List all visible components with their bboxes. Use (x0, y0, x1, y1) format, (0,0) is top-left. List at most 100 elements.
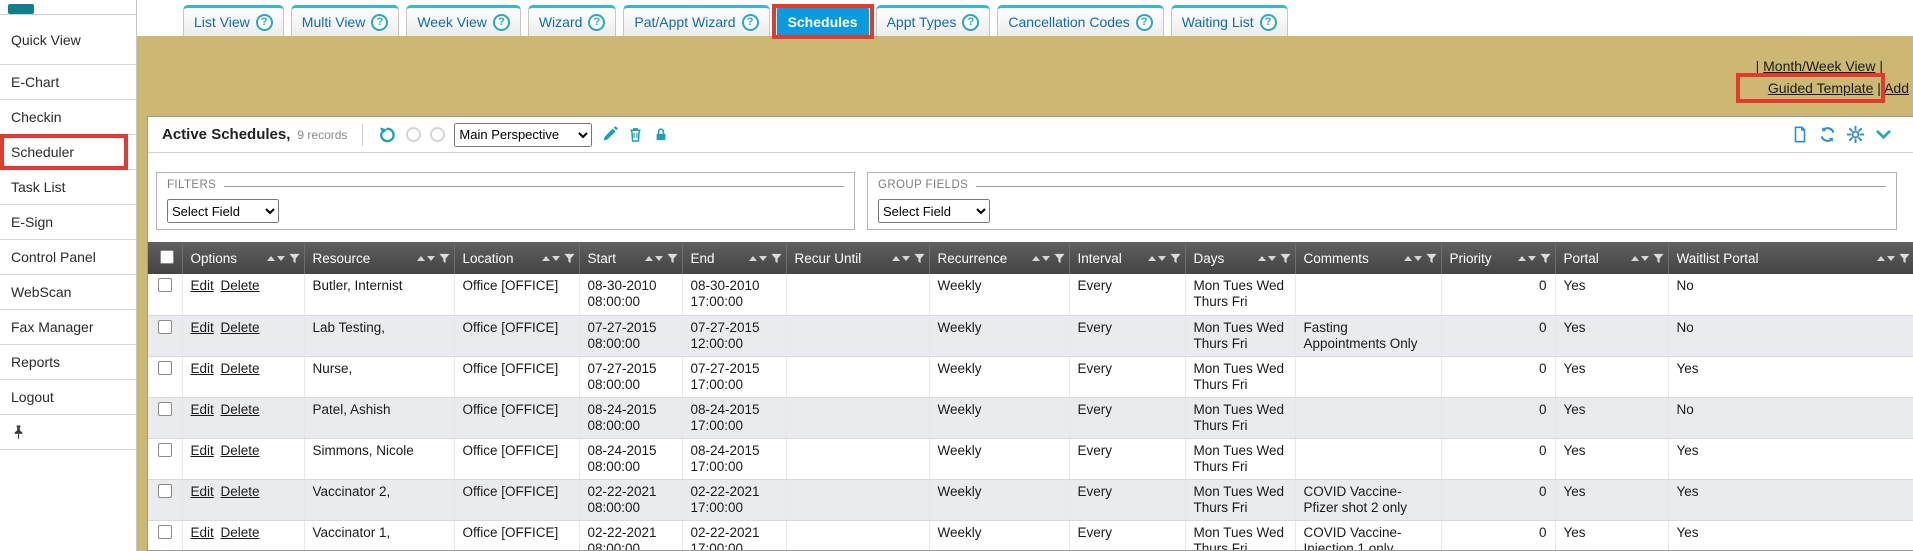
delete-link[interactable]: Delete (221, 525, 260, 540)
row-checkbox[interactable] (158, 402, 172, 416)
column-header-portal[interactable]: Portal (1555, 242, 1668, 274)
tab-list-view[interactable]: List View? (183, 5, 284, 36)
perspective-select[interactable]: Main Perspective (454, 123, 592, 147)
sort-icon[interactable] (749, 256, 767, 261)
filter-funnel-icon[interactable] (914, 253, 925, 264)
sidebar-item-scheduler[interactable]: Scheduler (0, 135, 136, 170)
sort-icon[interactable] (1258, 256, 1276, 261)
filter-funnel-icon[interactable] (564, 253, 575, 264)
column-header-comments[interactable]: Comments (1295, 242, 1441, 274)
edit-link[interactable]: Edit (191, 361, 214, 376)
delete-link[interactable]: Delete (221, 361, 260, 376)
sidebar-item-fax-manager[interactable]: Fax Manager (0, 310, 136, 345)
filter-funnel-icon[interactable] (1426, 253, 1437, 264)
sort-icon[interactable] (1032, 256, 1050, 261)
pin-toggle[interactable] (0, 415, 136, 450)
edit-link[interactable]: Edit (191, 320, 214, 335)
refresh-icon[interactable] (1818, 125, 1837, 144)
filter-funnel-icon[interactable] (1054, 253, 1065, 264)
row-checkbox[interactable] (158, 484, 172, 498)
help-icon[interactable]: ? (493, 14, 510, 31)
column-header-location[interactable]: Location (454, 242, 579, 274)
month-week-view-link[interactable]: Month/Week View (1763, 58, 1875, 74)
delete-link[interactable]: Delete (221, 320, 260, 335)
help-icon[interactable]: ? (742, 14, 759, 31)
column-header-recurrence[interactable]: Recurrence (929, 242, 1069, 274)
select-all-checkbox[interactable] (160, 250, 174, 264)
column-header-recur_until[interactable]: Recur Until (786, 242, 929, 274)
delete-link[interactable]: Delete (221, 484, 260, 499)
sidebar-item-logout[interactable]: Logout (0, 380, 136, 415)
column-header-options[interactable]: Options (182, 242, 304, 274)
sidebar-item-control-panel[interactable]: Control Panel (0, 240, 136, 275)
tab-wizard[interactable]: Wizard? (528, 5, 617, 36)
filter-funnel-icon[interactable] (667, 253, 678, 264)
column-header-select-all[interactable] (148, 242, 182, 274)
filter-funnel-icon[interactable] (1170, 253, 1181, 264)
delete-link[interactable]: Delete (221, 402, 260, 417)
column-header-resource[interactable]: Resource (304, 242, 454, 274)
edit-link[interactable]: Edit (191, 278, 214, 293)
sort-icon[interactable] (1404, 256, 1422, 261)
add-link[interactable]: Add (1884, 80, 1909, 96)
filter-funnel-icon[interactable] (1653, 253, 1664, 264)
help-icon[interactable]: ? (256, 14, 273, 31)
filter-field-select[interactable]: Select Field (167, 199, 279, 223)
sidebar-item-e-sign[interactable]: E-Sign (0, 205, 136, 240)
sort-icon[interactable] (1518, 256, 1536, 261)
filter-funnel-icon[interactable] (1540, 253, 1551, 264)
sort-icon[interactable] (645, 256, 663, 261)
sidebar-item-reports[interactable]: Reports (0, 345, 136, 380)
tab-waiting-list[interactable]: Waiting List? (1171, 5, 1288, 36)
tab-pat-appt-wizard[interactable]: Pat/Appt Wizard? (623, 5, 769, 36)
column-header-priority[interactable]: Priority (1441, 242, 1555, 274)
tab-schedules[interactable]: Schedules (777, 5, 869, 36)
help-icon[interactable]: ? (588, 14, 605, 31)
filter-funnel-icon[interactable] (1899, 253, 1910, 264)
sort-icon[interactable] (1631, 256, 1649, 261)
sidebar-item-checkin[interactable]: Checkin (0, 100, 136, 135)
edit-link[interactable]: Edit (191, 525, 214, 540)
edit-link[interactable]: Edit (191, 402, 214, 417)
sort-icon[interactable] (1148, 256, 1166, 261)
sidebar-item-task-list[interactable]: Task List (0, 170, 136, 205)
sort-icon[interactable] (417, 256, 435, 261)
column-header-start[interactable]: Start (579, 242, 682, 274)
new-document-icon[interactable] (1791, 125, 1809, 144)
filter-funnel-icon[interactable] (439, 253, 450, 264)
delete-link[interactable]: Delete (221, 278, 260, 293)
tab-appt-types[interactable]: Appt Types? (876, 5, 991, 36)
settings-gear-icon[interactable] (1846, 125, 1865, 144)
row-checkbox[interactable] (158, 320, 172, 334)
guided-template-link[interactable]: Guided Template (1768, 80, 1874, 96)
column-header-waitlist_portal[interactable]: Waitlist Portal (1668, 242, 1913, 274)
sidebar-item-quick-view[interactable]: Quick View (0, 15, 136, 65)
help-icon[interactable]: ? (962, 14, 979, 31)
help-icon[interactable]: ? (371, 14, 388, 31)
column-header-days[interactable]: Days (1185, 242, 1295, 274)
row-checkbox[interactable] (158, 525, 172, 539)
row-checkbox[interactable] (158, 443, 172, 457)
column-header-end[interactable]: End (682, 242, 786, 274)
tab-cancellation-codes[interactable]: Cancellation Codes? (997, 5, 1163, 36)
group-field-select[interactable]: Select Field (878, 199, 990, 223)
edit-pencil-icon[interactable] (601, 126, 618, 143)
filter-funnel-icon[interactable] (1280, 253, 1291, 264)
filter-funnel-icon[interactable] (289, 253, 300, 264)
sidebar-item-webscan[interactable]: WebScan (0, 275, 136, 310)
delete-link[interactable]: Delete (221, 443, 260, 458)
undo-icon[interactable] (378, 125, 397, 144)
lock-icon[interactable] (653, 126, 669, 143)
delete-trash-icon[interactable] (627, 126, 644, 143)
row-checkbox[interactable] (158, 361, 172, 375)
help-icon[interactable]: ? (1136, 14, 1153, 31)
sort-icon[interactable] (267, 256, 285, 261)
help-icon[interactable]: ? (1260, 14, 1277, 31)
sort-icon[interactable] (542, 256, 560, 261)
column-header-interval[interactable]: Interval (1069, 242, 1185, 274)
sort-icon[interactable] (892, 256, 910, 261)
filter-funnel-icon[interactable] (771, 253, 782, 264)
sidebar-item-e-chart[interactable]: E-Chart (0, 65, 136, 100)
sort-icon[interactable] (1877, 256, 1895, 261)
tab-week-view[interactable]: Week View? (406, 5, 521, 36)
